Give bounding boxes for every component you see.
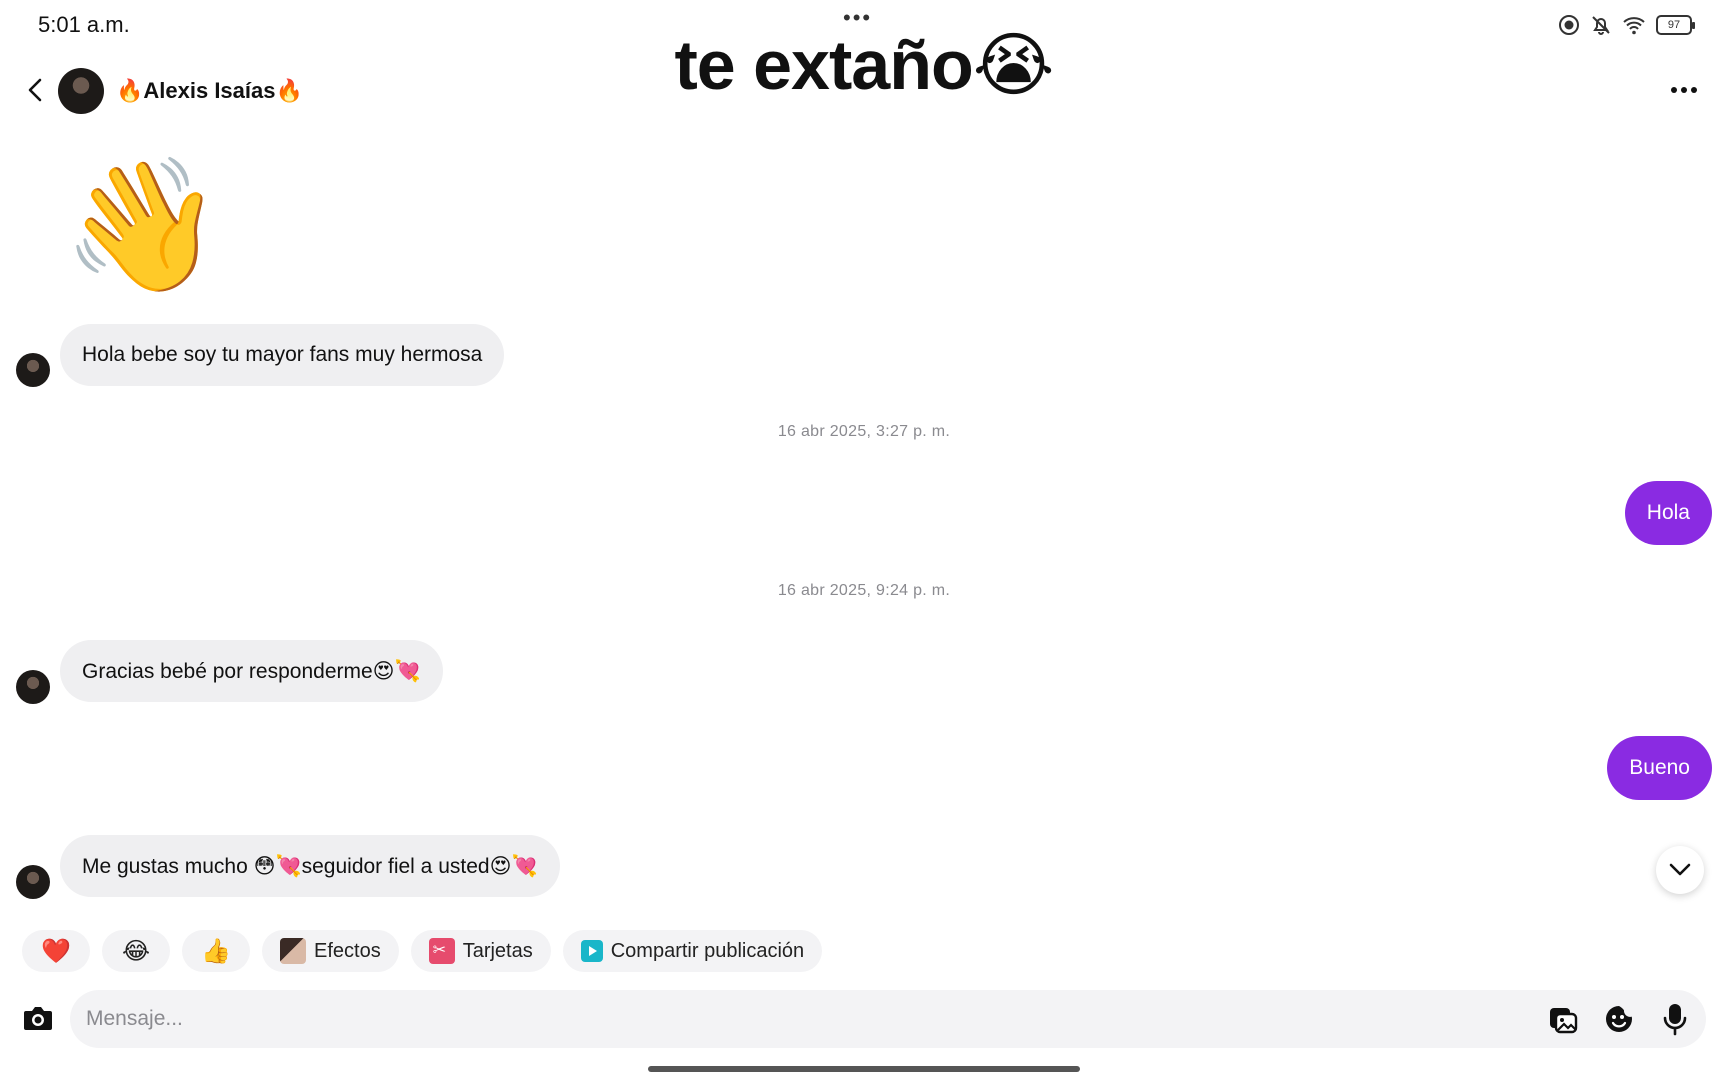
quick-heart-button[interactable]: ❤️ xyxy=(22,930,90,972)
effects-thumbnail xyxy=(280,938,306,964)
message-timestamp: 16 abr 2025, 3:27 p. m. xyxy=(777,423,951,440)
cards-button[interactable]: Tarjetas xyxy=(410,930,551,972)
incoming-message[interactable]: Hola bebe soy tu mayor fans muy hermosa xyxy=(60,324,505,386)
cards-thumbnail xyxy=(428,938,455,964)
effects-label: Efectos xyxy=(314,939,381,962)
sender-avatar[interactable] xyxy=(16,865,50,899)
outgoing-message[interactable]: Hola xyxy=(1624,481,1712,545)
quick-thumbs-up-button[interactable]: 👍 xyxy=(182,930,250,972)
composer-actions xyxy=(1546,1002,1692,1036)
sticker-icon[interactable] xyxy=(1602,1002,1636,1036)
gallery-icon[interactable] xyxy=(1546,1002,1580,1036)
sender-avatar[interactable] xyxy=(16,670,50,704)
message-timestamp: 16 abr 2025, 9:24 p. m. xyxy=(777,582,951,599)
share-post-button[interactable]: Compartir publicación xyxy=(562,930,823,972)
effects-button[interactable]: Efectos xyxy=(262,930,399,972)
share-post-label: Compartir publicación xyxy=(610,939,805,962)
contact-name[interactable]: 🔥Alexis Isaías🔥 xyxy=(116,78,303,104)
quick-actions-row: ❤️ 😂 👍 Efectos Tarjetas Compartir public… xyxy=(22,930,823,972)
scroll-to-bottom-button[interactable] xyxy=(1656,846,1704,894)
back-button[interactable] xyxy=(16,70,56,110)
chevron-left-icon xyxy=(28,78,42,102)
quick-laugh-button[interactable]: 😂 xyxy=(102,930,170,972)
cards-label: Tarjetas xyxy=(462,939,533,962)
chevron-down-icon xyxy=(1669,863,1691,876)
incoming-message[interactable]: Me gustas mucho 😳💘seguidor fiel a usted😍… xyxy=(60,835,560,897)
share-play-icon xyxy=(580,940,603,962)
outgoing-message[interactable]: Bueno xyxy=(1607,736,1712,800)
contact-avatar[interactable] xyxy=(58,68,104,114)
message-composer xyxy=(70,990,1706,1048)
sender-avatar[interactable] xyxy=(16,353,50,387)
chat-screen: 5:01 a.m. ••• 97 te extaño😭 🔥Alexis Isaí… xyxy=(0,0,1728,1080)
message-input[interactable] xyxy=(86,990,1486,1048)
more-options-button[interactable] xyxy=(1662,72,1706,108)
microphone-icon[interactable] xyxy=(1658,1002,1692,1036)
incoming-message[interactable]: Gracias bebé por responderme😍💘 xyxy=(60,640,443,702)
camera-icon xyxy=(24,1007,52,1030)
wave-sticker[interactable]: 👋 xyxy=(62,160,224,290)
ellipsis-icon xyxy=(1671,87,1697,93)
camera-button[interactable] xyxy=(18,998,58,1038)
home-indicator[interactable] xyxy=(648,1066,1080,1072)
